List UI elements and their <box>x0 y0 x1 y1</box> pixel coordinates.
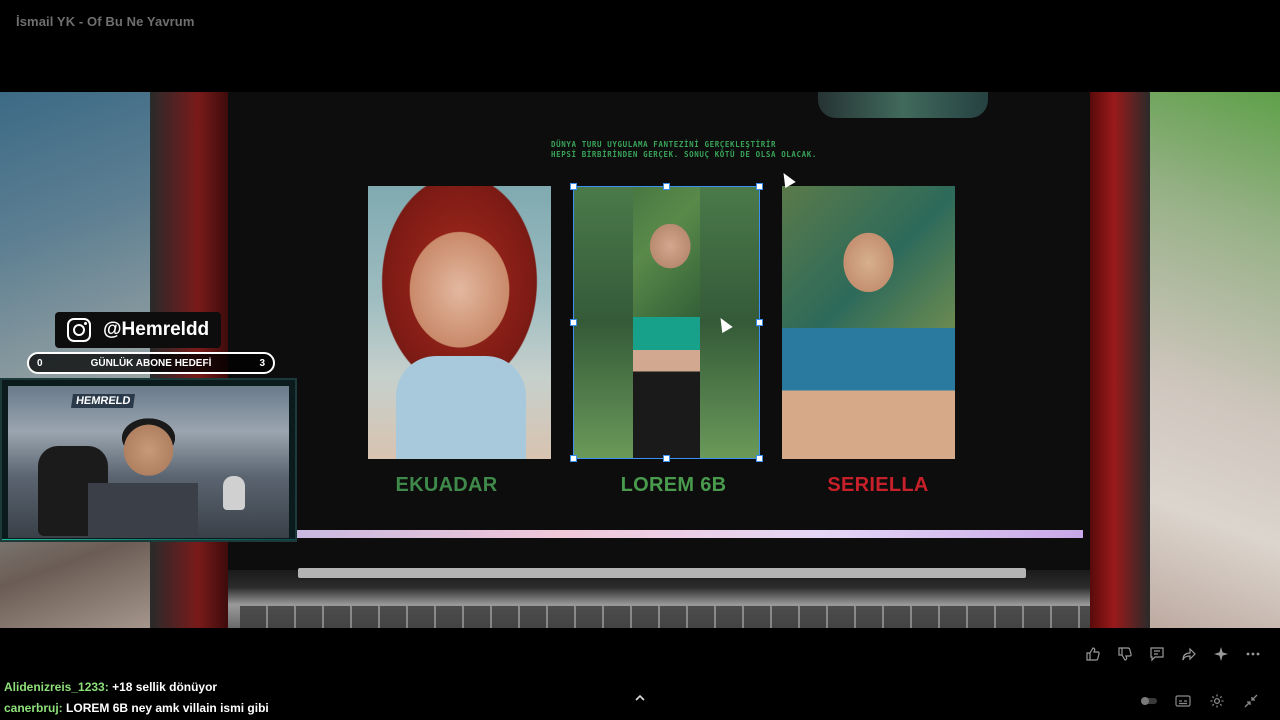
webcam-overlay: HEMRELD <box>0 378 297 542</box>
share-icon[interactable] <box>1178 643 1200 665</box>
laptop-hinge <box>298 568 1026 578</box>
tagline-line-1: DÜNYA TURU UYGULAMA FANTEZİNİ GERÇEKLEŞT… <box>551 140 777 149</box>
laptop-keyboard <box>240 606 1090 628</box>
player-controls <box>1138 692 1262 710</box>
thumbs-up-icon[interactable] <box>1082 643 1104 665</box>
more-icon[interactable] <box>1242 643 1264 665</box>
chat-message: canerbruj: LOREM 6B ney amk villain ismi… <box>4 701 269 715</box>
sub-goal-label: GÜNLÜK ABONE HEDEFİ <box>90 357 212 369</box>
instagram-icon <box>67 318 91 342</box>
resize-handle[interactable] <box>570 455 577 462</box>
card-label-seriella: SERIELLA <box>827 474 929 496</box>
webcam-logo: HEMRELD <box>71 394 136 408</box>
tagline-line-2: HEPSİ BİRBİRİNDEN GERÇEK. SONUÇ KÖTÜ DE … <box>551 150 817 159</box>
comment-icon[interactable] <box>1146 643 1168 665</box>
microphone-icon <box>223 476 245 510</box>
screen-gradient-bar <box>297 530 1083 538</box>
streamer <box>88 416 198 538</box>
sub-goal-target: 3 <box>259 357 265 369</box>
background-right-frame <box>1090 92 1150 628</box>
instagram-badge: @Hemreldd <box>55 312 221 348</box>
settings-gear-icon[interactable] <box>1206 692 1228 710</box>
subscriber-goal-bar: 0 GÜNLÜK ABONE HEDEFİ 3 <box>27 352 275 374</box>
photo-card-ekuadar <box>368 186 551 459</box>
action-buttons <box>1082 643 1264 665</box>
resize-handle[interactable] <box>570 319 577 326</box>
resize-handle[interactable] <box>663 455 670 462</box>
resize-handle[interactable] <box>663 183 670 190</box>
webcam-feed: HEMRELD <box>8 386 289 538</box>
thumbs-down-icon[interactable] <box>1114 643 1136 665</box>
resize-handle[interactable] <box>756 319 763 326</box>
resize-handle[interactable] <box>756 183 763 190</box>
screen-tagline: DÜNYA TURU UYGULAMA FANTEZİNİ GERÇEKLEŞT… <box>551 140 817 160</box>
photo-card-seriella <box>782 186 955 459</box>
screen-top-logo <box>818 92 988 118</box>
chat-text: LOREM 6B ney amk villain ismi gibi <box>66 701 269 715</box>
chat-text: +18 sellik dönüyor <box>112 680 218 694</box>
instagram-handle: @Hemreldd <box>103 319 210 340</box>
chat-username: Alidenizreis_1233: <box>4 680 109 694</box>
video-title: İsmail YK - Of Bu Ne Yavrum <box>16 14 195 29</box>
card-label-lorem-6b: LOREM 6B <box>620 474 727 496</box>
selection-box[interactable] <box>570 183 763 462</box>
autoplay-toggle-icon[interactable] <box>1138 692 1160 710</box>
webcam-glow-bar <box>2 539 295 540</box>
exit-fullscreen-icon[interactable] <box>1240 692 1262 710</box>
sparkle-icon[interactable] <box>1210 643 1232 665</box>
chevron-up-icon[interactable] <box>632 692 648 708</box>
chat-message: Alidenizreis_1233: +18 sellik dönüyor <box>4 680 217 694</box>
captions-icon[interactable] <box>1172 692 1194 710</box>
resize-handle[interactable] <box>756 455 763 462</box>
chat-username: canerbruj: <box>4 701 63 715</box>
card-label-ekuadar: EKUADAR <box>395 474 498 496</box>
resize-handle[interactable] <box>570 183 577 190</box>
